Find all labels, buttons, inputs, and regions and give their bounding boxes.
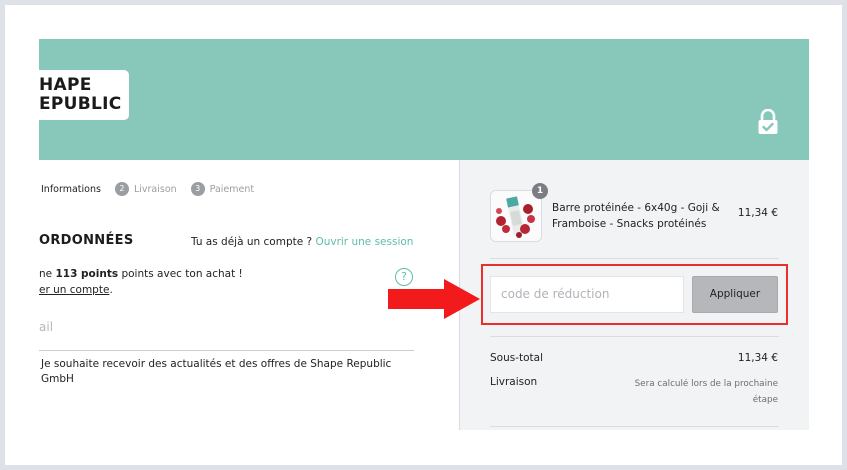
product-price: 11,34 € (737, 207, 778, 219)
product-image-graphic (491, 191, 541, 241)
order-summary: 1 Barre protéinée - 6x40g - Goji & Framb… (459, 160, 809, 430)
divider (490, 426, 779, 427)
create-account-link[interactable]: er un compte (39, 284, 109, 296)
checkout-header: HAPE EPUBLIC (39, 39, 809, 160)
step-informations[interactable]: Informations (41, 184, 101, 195)
points-prefix: ne (39, 268, 53, 280)
apply-discount-button[interactable]: Appliquer (692, 276, 778, 313)
logo-line-1: HAPE (39, 75, 92, 95)
divider (490, 336, 779, 337)
step-number-3: 3 (190, 182, 205, 196)
step-number-2: 2 (114, 182, 129, 196)
arrow-right-icon (388, 279, 480, 319)
shipping-value: Sera calculé lors de la prochaine étape (634, 379, 778, 405)
discount-code-input[interactable]: code de réduction (490, 276, 684, 313)
points-suffix: points avec ton achat ! (121, 268, 243, 280)
product-image (490, 190, 542, 242)
create-account-suffix: . (109, 284, 113, 296)
step-livraison[interactable]: Livraison (134, 184, 177, 195)
logo-line-2: EPUBLIC (39, 94, 122, 114)
loyalty-points-text: ne 113 points points avec ton achat ! er… (39, 266, 243, 298)
brand-logo[interactable]: HAPE EPUBLIC (39, 70, 129, 120)
email-field[interactable]: ail (39, 316, 414, 351)
lock-check-icon (758, 109, 778, 134)
product-name: Barre protéinée - 6x40g - Goji & Framboi… (552, 202, 720, 230)
subtotal-label: Sous-total (490, 352, 544, 364)
checkout-steps: Informations 2 Livraison 3 Paiement (41, 182, 254, 196)
subtotal-value: 11,34 € (737, 352, 778, 364)
newsletter-checkbox-label[interactable]: Je souhaite recevoir des actualités et d… (41, 357, 401, 387)
step-paiement[interactable]: Paiement (210, 184, 254, 195)
login-prompt-text: Tu as déjà un compte ? (191, 236, 313, 248)
quantity-badge: 1 (532, 183, 548, 199)
login-link[interactable]: Ouvrir une session (315, 236, 413, 248)
divider (490, 258, 779, 259)
login-prompt: Tu as déjà un compte ? Ouvrir une sessio… (191, 236, 413, 248)
email-placeholder: ail (39, 320, 54, 334)
points-value: 113 points (55, 268, 119, 280)
section-title: ORDONNÉES (39, 233, 134, 248)
shipping-label: Livraison (490, 376, 538, 388)
